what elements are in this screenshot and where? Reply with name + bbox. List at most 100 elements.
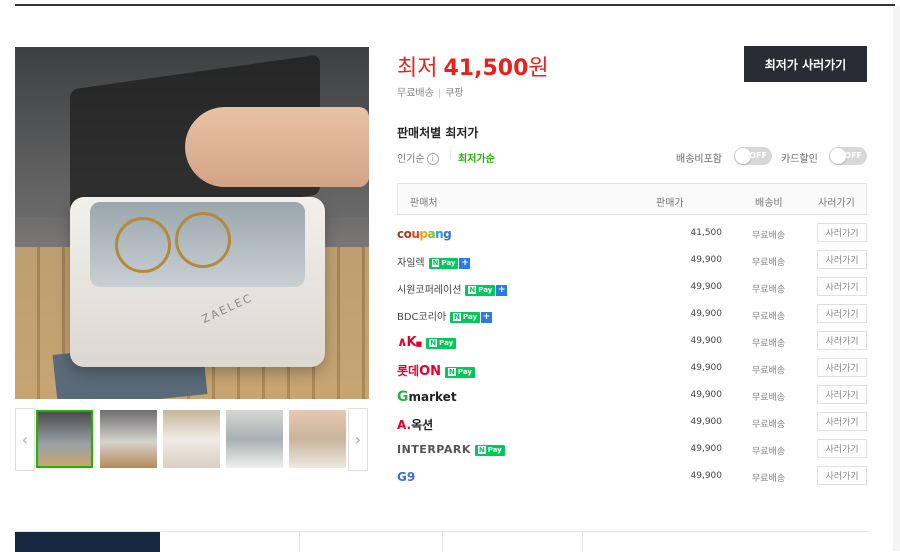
thumbnail-2[interactable]	[100, 410, 157, 468]
seller-table-header: 판매처 판매가 배송비 사러가기	[397, 183, 867, 215]
toggle-state: OFF	[749, 151, 767, 160]
row-buy-button[interactable]: 사러가기	[817, 358, 867, 377]
row-buy-button[interactable]: 사러가기	[817, 277, 867, 296]
row-shipping: 무료배송	[752, 312, 786, 322]
row-shipping: 무료배송	[752, 258, 786, 268]
thumb-next-button[interactable]: ›	[348, 408, 368, 471]
detail-tab-bar	[15, 531, 868, 552]
seller-logo-auction[interactable]: A.옥션	[397, 416, 433, 433]
top-divider	[15, 4, 895, 6]
row-buy-button[interactable]: 사러가기	[817, 250, 867, 269]
seller-name[interactable]: BDC코리아 N Pay +	[397, 308, 493, 323]
table-row: BDC코리아 N Pay + 49,900 무료배송 사러가기	[397, 302, 867, 329]
npay-plus-icon: +	[459, 257, 471, 269]
table-row: ∧K■ N Pay 49,900 무료배송 사러가기	[397, 329, 867, 356]
buy-lowest-button[interactable]: 최저가 사러가기	[744, 46, 867, 82]
row-price: 49,900	[690, 309, 723, 319]
seller-logo-lotteon[interactable]: 롯데ON N Pay	[397, 362, 475, 379]
sort-popular[interactable]: 인기순 i	[397, 150, 439, 165]
row-price: 49,900	[690, 336, 723, 346]
row-price: 49,900	[690, 444, 723, 454]
tab-3[interactable]	[300, 532, 443, 552]
npay-badge: N Pay	[428, 257, 459, 269]
row-shipping: 무료배송	[752, 285, 786, 295]
sort-popular-label: 인기순	[397, 154, 425, 165]
row-shipping: 무료배송	[752, 393, 786, 403]
seller-logo-g9[interactable]: G9	[397, 470, 415, 484]
seller-logo-ak[interactable]: ∧K■ N Pay	[397, 335, 457, 350]
shipping-included-label: 배송비포함	[676, 154, 722, 165]
row-price: 49,900	[690, 417, 723, 427]
npay-badge: N Pay	[450, 311, 481, 323]
table-row: 시원코퍼레이션 N Pay + 49,900 무료배송 사러가기	[397, 275, 867, 302]
seller-name[interactable]: 자일렉 N Pay +	[397, 254, 471, 269]
npay-badge: N Pay	[474, 444, 505, 456]
npay-badge: N Pay	[445, 366, 475, 378]
sort-lowest[interactable]: 최저가순	[458, 150, 495, 165]
row-buy-button[interactable]: 사러가기	[817, 304, 867, 323]
thumbnail-5[interactable]	[289, 410, 346, 468]
header-seller: 판매처	[410, 198, 438, 209]
row-shipping: 무료배송	[752, 474, 786, 484]
table-row: INTERPARK N Pay 49,900 무료배송 사러가기	[397, 437, 867, 464]
tab-4[interactable]	[443, 532, 583, 552]
row-price: 49,900	[690, 255, 723, 265]
row-price: 41,500	[690, 228, 723, 238]
seller-logo-interpark[interactable]: INTERPARK N Pay	[397, 443, 505, 456]
npay-badge: N Pay	[465, 284, 496, 296]
row-buy-button[interactable]: 사러가기	[817, 331, 867, 350]
table-row: 롯데ON N Pay 49,900 무료배송 사러가기	[397, 356, 867, 383]
seller-name[interactable]: 시원코퍼레이션 N Pay +	[397, 281, 508, 296]
card-discount-label: 카드할인	[781, 154, 818, 165]
toggle-state: OFF	[844, 151, 862, 160]
row-price: 49,900	[690, 282, 723, 292]
row-buy-button[interactable]: 사러가기	[817, 412, 867, 431]
thumbnail-4[interactable]	[226, 410, 283, 468]
thumbnail-3[interactable]	[163, 410, 220, 468]
price-shipping-info: 무료배송 | 쿠팡	[397, 88, 464, 99]
row-buy-button[interactable]: 사러가기	[817, 439, 867, 458]
row-shipping: 무료배송	[752, 231, 786, 241]
thumb-prev-button[interactable]: ‹	[15, 408, 35, 471]
price-label: 최저	[397, 56, 438, 81]
free-shipping-text: 무료배송	[397, 88, 434, 99]
npay-plus-icon: +	[496, 284, 508, 296]
row-shipping: 무료배송	[752, 366, 786, 376]
image-hand	[185, 107, 369, 187]
table-row: Gmarket 49,900 무료배송 사러가기	[397, 383, 867, 410]
row-price: 49,900	[690, 390, 723, 400]
price-unit: 원	[528, 56, 549, 81]
row-buy-button[interactable]: 사러가기	[817, 385, 867, 404]
table-row: coupang 41,500 무료배송 사러가기	[397, 221, 867, 248]
npay-badge: N Pay	[426, 337, 457, 349]
row-shipping: 무료배송	[752, 420, 786, 430]
table-row: G9 49,900 무료배송 사러가기	[397, 464, 867, 491]
row-buy-button[interactable]: 사러가기	[817, 466, 867, 485]
row-price: 49,900	[690, 471, 723, 481]
section-title: 판매처별 최저가	[397, 126, 479, 140]
image-glasses-lens	[175, 212, 231, 268]
lowest-price: 최저 41,500원	[397, 50, 549, 82]
card-discount-toggle[interactable]: OFF	[829, 147, 867, 165]
product-main-image[interactable]: ZAELEC	[15, 47, 369, 399]
tab-2[interactable]	[160, 532, 300, 552]
row-buy-button[interactable]: 사러가기	[817, 223, 867, 242]
info-icon[interactable]: i	[426, 153, 439, 165]
seller-logo-gmarket[interactable]: Gmarket	[397, 389, 457, 405]
header-price: 판매가	[656, 198, 684, 209]
lowest-mall-name: 쿠팡	[445, 88, 464, 99]
row-price: 49,900	[690, 363, 723, 373]
header-buy: 사러가기	[818, 198, 855, 209]
npay-plus-icon: +	[481, 311, 493, 323]
right-scroll-edge	[893, 6, 900, 551]
sort-divider: |	[449, 150, 453, 161]
shipping-included-toggle[interactable]: OFF	[734, 147, 772, 165]
table-row: A.옥션 49,900 무료배송 사러가기	[397, 410, 867, 437]
thumbnail-1[interactable]	[36, 410, 93, 468]
tab-active[interactable]	[15, 532, 160, 552]
row-shipping: 무료배송	[752, 447, 786, 457]
image-glasses-lens	[115, 217, 171, 273]
table-row: 자일렉 N Pay + 49,900 무료배송 사러가기	[397, 248, 867, 275]
price-amount: 41,500	[443, 56, 529, 81]
seller-logo-coupang[interactable]: coupang	[397, 227, 452, 241]
